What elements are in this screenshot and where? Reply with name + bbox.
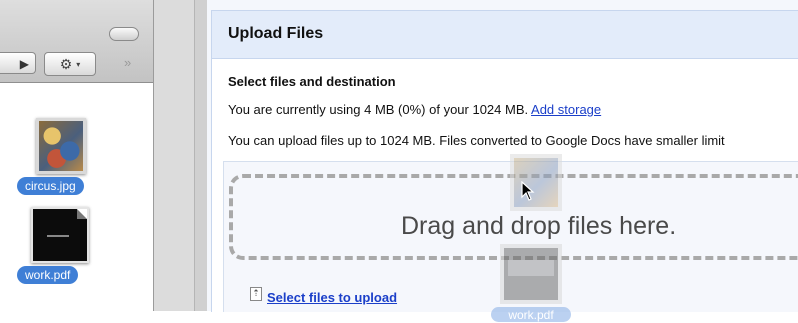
select-files-link[interactable]: Select files to upload	[267, 290, 397, 305]
drop-hint-text: Drag and drop files here.	[401, 212, 677, 240]
pdf-text-line	[47, 235, 69, 237]
mouse-pointer-icon	[521, 181, 535, 201]
file-label-work[interactable]: work.pdf	[17, 266, 79, 284]
dragged-pdf-ghost	[500, 244, 562, 304]
usage-label: You are currently using 4 MB (0%) of you…	[228, 102, 529, 117]
upload-panel: Upload Files Select files and destinatio…	[207, 0, 798, 322]
upload-limit-text: You can upload files up to 1024 MB. File…	[228, 133, 725, 148]
toolbar-overflow-icon[interactable]: »	[124, 55, 131, 70]
finder-toolbar: ▶ ⚙ ▾ »	[0, 0, 153, 83]
file-label-circus[interactable]: circus.jpg	[17, 177, 84, 195]
image-thumbnail-icon[interactable]	[36, 118, 86, 174]
forward-arrow-icon: ▶	[19, 57, 29, 71]
view-back-button[interactable]: ▶	[0, 52, 36, 74]
chevron-down-icon: ▾	[76, 60, 81, 69]
action-menu-button[interactable]: ⚙ ▾	[44, 52, 96, 76]
dragged-file-label: work.pdf	[491, 307, 571, 322]
dragged-image-ghost	[510, 154, 562, 211]
add-storage-link[interactable]: Add storage	[531, 102, 601, 117]
upload-dialog: Upload Files Select files and destinatio…	[211, 10, 798, 322]
gear-icon: ⚙	[59, 56, 73, 72]
dialog-title: Upload Files	[228, 25, 324, 42]
pdf-thumbnail-icon[interactable]	[31, 207, 89, 263]
page-fold-icon	[77, 209, 87, 219]
finder-scroll-edge	[153, 0, 209, 311]
upload-icon[interactable]: ⇡	[250, 287, 262, 301]
storage-usage-text: You are currently using 4 MB (0%) of you…	[228, 102, 601, 117]
ghost-pdf-bar	[508, 260, 554, 276]
dialog-header: Upload Files	[212, 11, 798, 59]
toolbar-toggle-button[interactable]	[109, 27, 139, 41]
finder-window: ▶ ⚙ ▾ » circus.jpg work.pdf	[0, 0, 209, 311]
section-title: Select files and destination	[228, 74, 396, 89]
